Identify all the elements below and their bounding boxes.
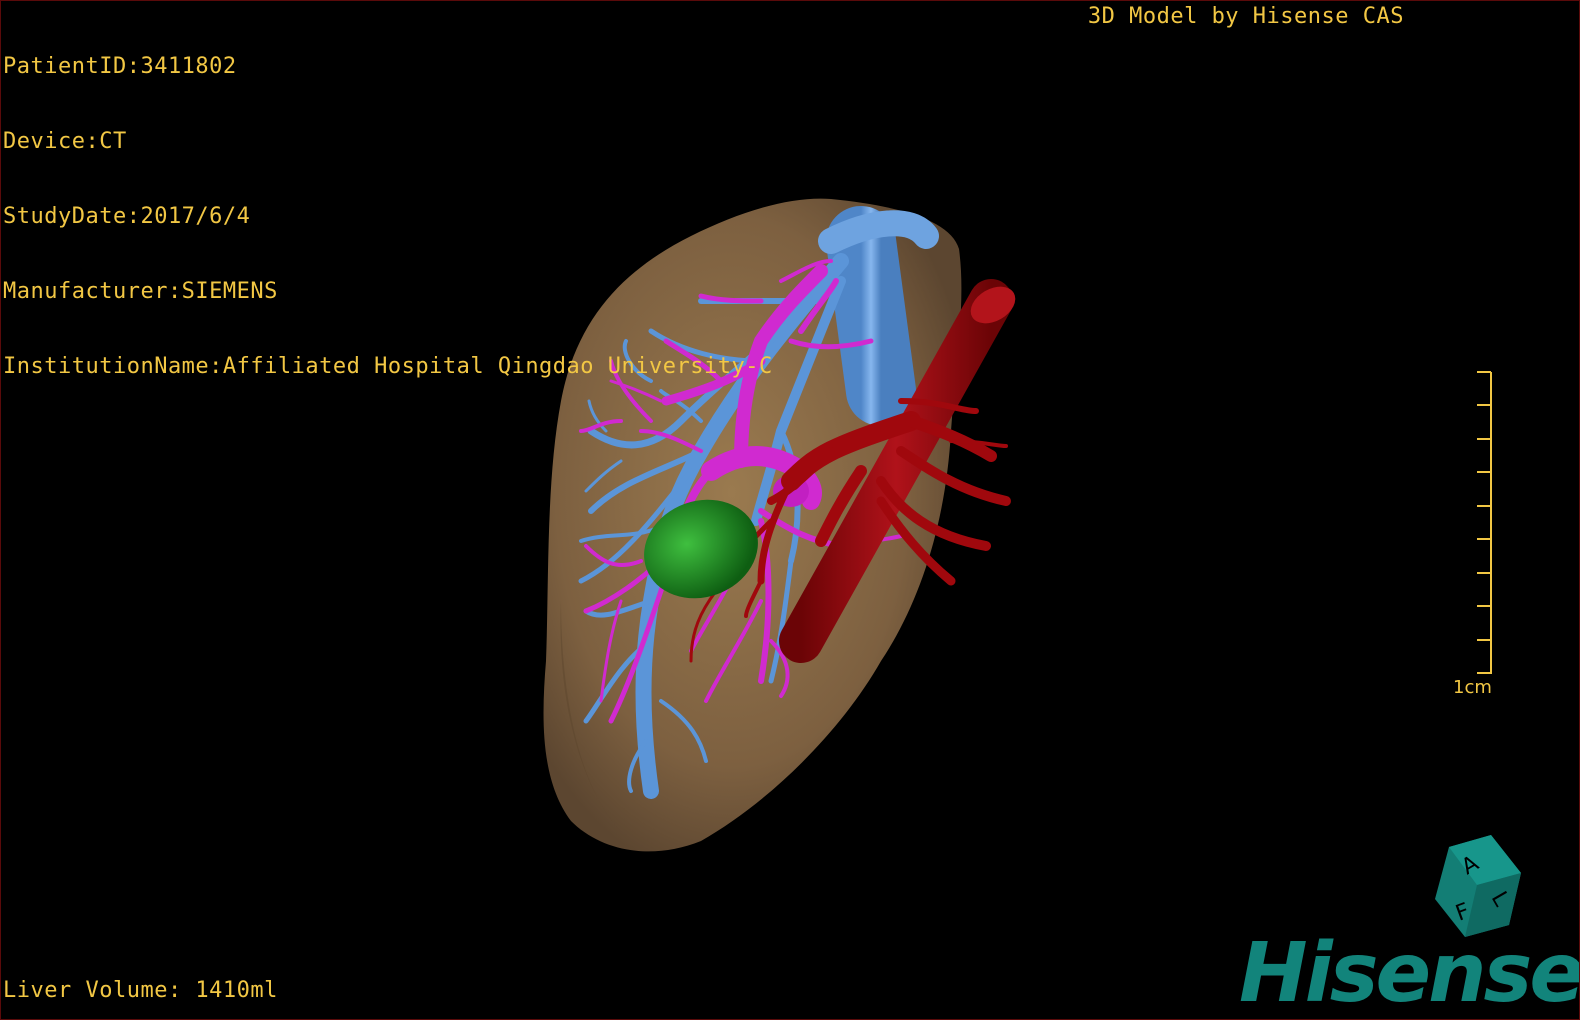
scale-bar-label: 1cm <box>1453 677 1492 698</box>
3d-viewer-viewport[interactable]: PatientID:3411802 Device:CT StudyDate:20… <box>0 0 1580 1020</box>
patient-id-label: PatientID:3411802 <box>3 54 237 79</box>
study-date-label: StudyDate:2017/6/4 <box>3 204 251 229</box>
manufacturer-label: Manufacturer:SIEMENS <box>3 279 278 304</box>
liver-volume-label: Liver Volume: 1410ml <box>3 978 278 1003</box>
hisense-logo: Hisense <box>1239 926 1580 1020</box>
institution-label: InstitutionName:Affiliated Hospital Qing… <box>3 354 773 379</box>
model-title: 3D Model by Hisense CAS <box>1087 4 1404 29</box>
orientation-cube-icon[interactable]: A F L <box>1419 833 1529 941</box>
device-label: Device:CT <box>3 129 127 154</box>
scale-bar <box>1477 371 1492 674</box>
patient-info-overlay: PatientID:3411802 Device:CT StudyDate:20… <box>3 4 773 429</box>
